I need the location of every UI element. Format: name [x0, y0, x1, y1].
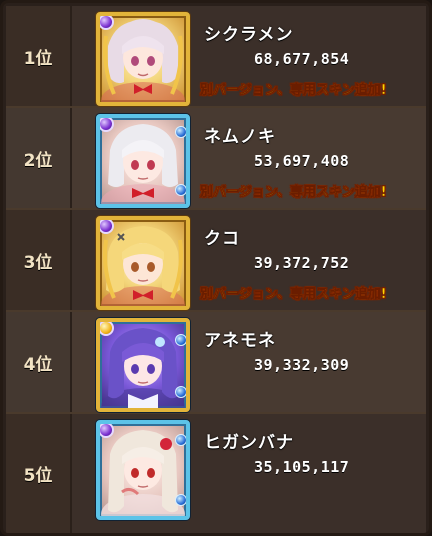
blue-gem-icon [175, 184, 186, 196]
blue-gem-icon [175, 334, 186, 346]
blue-gem-icon [175, 126, 186, 138]
rank-cell: 4位 [6, 312, 72, 412]
blue-gem-icon [175, 434, 186, 446]
character-portrait-frame[interactable] [96, 114, 190, 208]
character-name: クコ [204, 229, 240, 249]
new-skin-tag: 別バージョン、専用スキン追加! [200, 287, 387, 303]
character-portrait-frame[interactable] [96, 420, 190, 520]
character-portrait-icon [101, 19, 185, 102]
rank-label: 5位 [23, 466, 53, 486]
purple-orb-icon [100, 118, 114, 132]
character-name: シクラメン [204, 25, 294, 45]
character-portrait-frame[interactable] [96, 318, 190, 412]
character-portrait-frame[interactable] [96, 12, 190, 106]
blue-gem-icon [175, 386, 186, 398]
character-portrait-icon [101, 430, 185, 516]
score-value: 39,372,752 [254, 254, 350, 272]
rank-cell: 2位 [6, 108, 72, 208]
rank-label: 2位 [23, 150, 53, 171]
rank-label: 4位 [23, 354, 53, 375]
ranking-row-4[interactable]: 4位 アネモネ 39,332,309 [6, 312, 426, 414]
rank-label: 3位 [23, 252, 53, 273]
score-value: 68,677,854 [254, 50, 350, 68]
yellow-orb-icon [100, 322, 114, 336]
rank-cell: 5位 [6, 414, 72, 533]
purple-orb-icon [100, 220, 114, 234]
ranking-row-5[interactable]: 5位 ヒガンバナ 35,105,117 [6, 414, 426, 533]
rank-cell: 1位 [6, 6, 72, 106]
new-skin-tag: 別バージョン、専用スキン追加! [200, 83, 387, 99]
character-portrait-icon [101, 226, 185, 306]
character-portrait-icon [101, 124, 185, 204]
new-skin-tag: 別バージョン、専用スキン追加! [200, 185, 387, 201]
purple-orb-icon [100, 424, 114, 438]
rank-cell: 3位 [6, 210, 72, 310]
score-value: 35,105,117 [254, 458, 350, 476]
purple-orb-icon [100, 16, 114, 30]
score-value: 39,332,309 [254, 356, 350, 374]
ranking-row-3[interactable]: 3位 クコ 39,372,752 別バージョン、専用スキン追加! [6, 210, 426, 312]
blue-gem-icon [175, 494, 186, 506]
ranking-row-1[interactable]: 1位 シクラメン 68,677,854 別バージョン、専用スキン追加! [6, 6, 426, 108]
ranking-board: 1位 シクラメン 68,677,854 別バージョン、専用スキン追加! 2位 ネ… [0, 0, 432, 536]
score-value: 53,697,408 [254, 152, 350, 170]
character-portrait-icon [101, 328, 185, 408]
character-name: ヒガンバナ [204, 433, 294, 453]
ranking-row-2[interactable]: 2位 ネムノキ 53,697,408 別バージョン、専用スキン追加! [6, 108, 426, 210]
character-portrait-frame[interactable] [96, 216, 190, 310]
character-name: アネモネ [204, 331, 276, 351]
character-name: ネムノキ [204, 127, 276, 147]
rank-label: 1位 [23, 48, 53, 69]
